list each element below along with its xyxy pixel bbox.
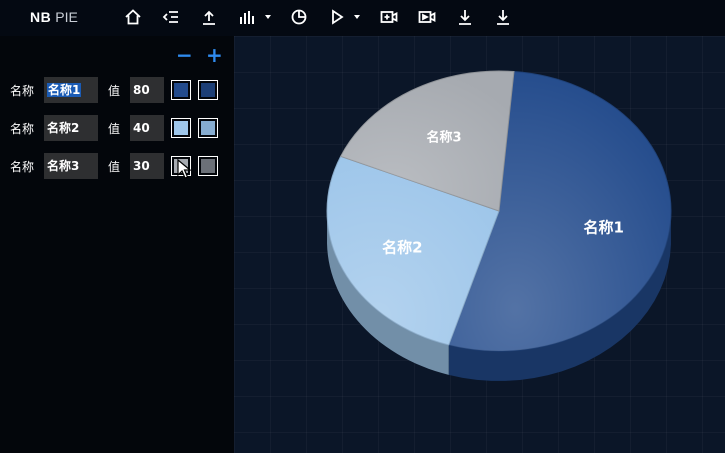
- play-icon[interactable]: [326, 6, 348, 28]
- download-alt-icon[interactable]: [492, 6, 514, 28]
- pie-chart-icon[interactable]: [288, 6, 310, 28]
- swatch-fill: [174, 83, 188, 97]
- swatch-fill: [201, 159, 215, 173]
- value-input[interactable]: 40: [130, 115, 164, 141]
- color-swatch[interactable]: [171, 80, 191, 100]
- brand-bold: NB: [30, 9, 52, 25]
- value-label: 值: [108, 122, 121, 136]
- data-editor-panel: − + 名称 名称1 值 80 名称 名称2 值 40 名称 名称3 值 30: [0, 36, 234, 453]
- name-label: 名称: [10, 84, 35, 98]
- name-input[interactable]: 名称3: [44, 153, 98, 179]
- slice-label: 名称1: [583, 219, 623, 237]
- swatch-fill: [201, 121, 215, 135]
- value-input[interactable]: 30: [130, 153, 164, 179]
- name-label: 名称: [10, 122, 35, 136]
- list-indent-icon[interactable]: [160, 6, 182, 28]
- remove-row-button[interactable]: −: [176, 45, 193, 65]
- mouse-cursor-icon: [177, 159, 191, 179]
- top-toolbar: NB PIE: [0, 0, 725, 36]
- color-swatch[interactable]: [171, 118, 191, 138]
- data-row: 名称 名称3 值 30: [0, 153, 234, 179]
- home-icon[interactable]: [122, 6, 144, 28]
- name-label: 名称: [10, 160, 35, 174]
- selected-text: 名称1: [47, 83, 82, 97]
- color-swatch-secondary[interactable]: [198, 118, 218, 138]
- swatch-fill: [174, 121, 188, 135]
- value-label: 值: [108, 84, 121, 98]
- name-input[interactable]: 名称2: [44, 115, 98, 141]
- bar-chart-dropdown-icon[interactable]: [265, 15, 271, 19]
- play-dropdown-icon[interactable]: [354, 15, 360, 19]
- video-export-icon[interactable]: [416, 6, 438, 28]
- upload-icon[interactable]: [198, 6, 220, 28]
- slice-label: 名称2: [382, 239, 422, 257]
- data-row: 名称 名称1 值 80: [0, 77, 234, 103]
- name-input[interactable]: 名称1: [44, 77, 98, 103]
- brand-light: PIE: [55, 9, 78, 25]
- color-swatch-secondary[interactable]: [198, 80, 218, 100]
- add-row-button[interactable]: +: [206, 45, 223, 65]
- data-row: 名称 名称2 值 40: [0, 115, 234, 141]
- pie-chart: 名称1 名称2 名称3: [326, 70, 672, 381]
- value-input[interactable]: 80: [130, 77, 164, 103]
- color-swatch-secondary[interactable]: [198, 156, 218, 176]
- download-icon[interactable]: [454, 6, 476, 28]
- bar-chart-icon[interactable]: [236, 6, 258, 28]
- add-video-icon[interactable]: [378, 6, 400, 28]
- swatch-fill: [201, 83, 215, 97]
- slice-label: 名称3: [427, 130, 462, 146]
- app-logo: NB PIE: [30, 9, 78, 25]
- value-label: 值: [108, 160, 121, 174]
